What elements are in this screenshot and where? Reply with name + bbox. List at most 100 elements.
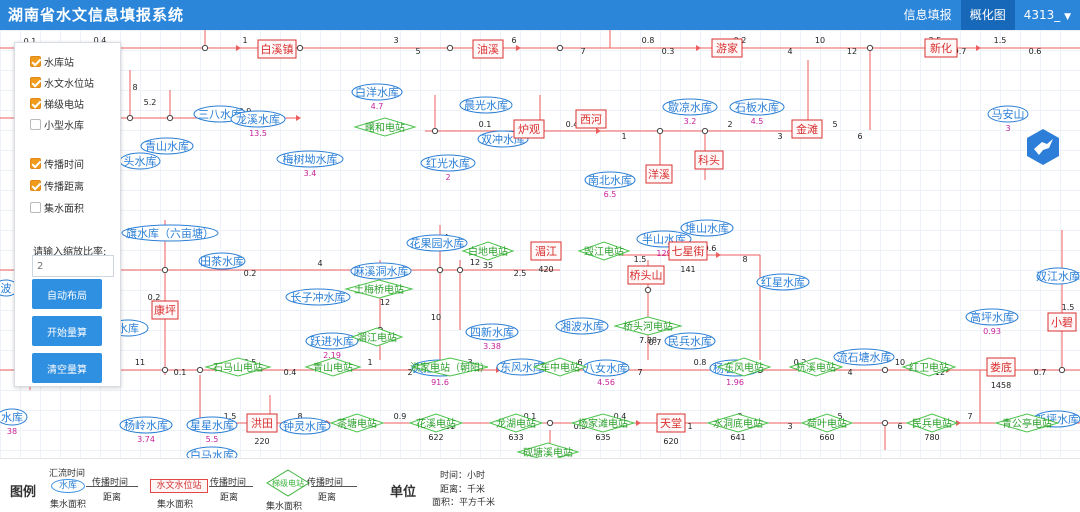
junction-node[interactable] <box>881 366 889 374</box>
checkbox-icon[interactable] <box>30 179 41 191</box>
hydropower-node[interactable]: 曙和电站 <box>353 117 417 137</box>
hydrologic-station-node[interactable]: 白溪镇 <box>257 39 297 59</box>
nav-overview-map[interactable]: 概化图 <box>960 0 1015 30</box>
hydropower-node[interactable]: 民兵电站 780 <box>905 413 959 442</box>
hydropower-node[interactable]: 花溪电站 622 <box>408 413 464 442</box>
reservoir-node[interactable]: 晨光水库 <box>459 96 513 114</box>
junction-node[interactable] <box>436 266 444 274</box>
junction-node[interactable] <box>161 366 169 374</box>
checkbox-icon[interactable] <box>30 118 41 130</box>
reservoir-node[interactable]: 田茶水库 <box>198 252 246 270</box>
checkbox-icon[interactable] <box>30 76 41 88</box>
bird-logo-icon[interactable] <box>1025 128 1061 170</box>
junction-node[interactable] <box>656 127 664 135</box>
reservoir-node[interactable]: 八女水库 4.56 <box>582 359 630 387</box>
reservoir-node[interactable]: 青山水库 <box>140 137 194 155</box>
reservoir-node[interactable]: 白马水库285 <box>186 446 238 458</box>
hydrologic-station-node[interactable]: 桥头山 <box>627 265 665 285</box>
reservoir-node[interactable]: 杨岭水库 3.74 <box>119 416 173 444</box>
attr-toggle-area[interactable]: 集水面积 <box>30 199 84 215</box>
reservoir-node[interactable]: 钟灵水库 <box>279 417 331 435</box>
junction-node[interactable] <box>446 44 454 52</box>
layer-toggle-hydro-station[interactable]: 水文水位站 <box>30 74 94 90</box>
layer-toggle-reservoir[interactable]: 水库站 <box>30 53 74 69</box>
junction-node[interactable] <box>201 44 209 52</box>
reservoir-node[interactable]: 石板水库 4.5 <box>729 98 785 126</box>
hydropower-node[interactable]: 青山电站 <box>304 357 362 377</box>
reservoir-node[interactable]: 长子冲水库 <box>285 288 351 306</box>
hydrologic-station-node[interactable]: 西河 <box>575 109 607 129</box>
junction-node[interactable] <box>644 286 652 294</box>
junction-node[interactable] <box>866 44 874 52</box>
reservoir-node[interactable]: 堆山水库 <box>680 219 734 237</box>
reservoir-node[interactable]: 高坪水库 0.93 <box>965 308 1019 336</box>
clear-measure-button[interactable]: 清空量算 <box>32 353 102 383</box>
hydrologic-station-node[interactable]: 洋溪 <box>645 164 673 184</box>
junction-node[interactable] <box>196 366 204 374</box>
reservoir-node[interactable]: 民兵水库 <box>664 332 716 350</box>
junction-node[interactable] <box>126 114 134 122</box>
reservoir-node[interactable]: 湘波水库 <box>555 317 609 335</box>
reservoir-node[interactable]: 跃进水库2.19 <box>305 332 359 360</box>
junction-node[interactable] <box>296 44 304 52</box>
auto-layout-button[interactable]: 自动布局 <box>32 279 102 309</box>
hydropower-node[interactable]: 杨家滩电站 635 <box>570 413 636 442</box>
reservoir-node[interactable]: 红星水库 <box>756 273 810 291</box>
hydropower-node[interactable]: 石马山电站 <box>204 357 272 377</box>
junction-node[interactable] <box>456 266 464 274</box>
reservoir-node[interactable]: 水库 38 <box>0 408 28 436</box>
hydropower-node[interactable]: 砚塘溪电站 <box>516 442 580 458</box>
hydropower-node[interactable]: 荷叶电站 660 <box>800 413 854 442</box>
reservoir-node[interactable]: 旗水库（六亩塘） <box>121 224 219 242</box>
hydropower-node[interactable]: 湄江电站 <box>350 327 404 347</box>
junction-node[interactable] <box>161 266 169 274</box>
hydrologic-station-node[interactable]: 新化 <box>924 38 958 58</box>
hydrologic-station-node[interactable]: 康坪 <box>151 300 179 320</box>
hydrologic-station-node[interactable]: 油溪 <box>472 39 504 59</box>
hydrologic-station-node[interactable]: 天堂 620 <box>656 413 686 446</box>
nav-info-entry[interactable]: 信息填报 <box>895 0 961 30</box>
hydropower-node[interactable]: 龙湖电站 633 <box>488 413 544 442</box>
hydropower-node[interactable]: 毁江电站 <box>577 241 631 261</box>
hydrologic-station-node[interactable]: 洪田 220 <box>246 413 278 446</box>
hydrologic-station-node[interactable]: 小碧 <box>1047 312 1077 332</box>
reservoir-node[interactable]: 白洋水库 4.7 <box>351 83 403 111</box>
reservoir-node[interactable]: 南北水库 6.5 <box>584 171 636 199</box>
network-diagram[interactable]: 0.10.50.41235670.80.30.2410122.50.71.50.… <box>0 30 1080 458</box>
hydropower-node[interactable]: 洪家电站（朝阳） <box>410 357 490 377</box>
hydrologic-station-node[interactable]: 科头 <box>694 150 724 170</box>
reservoir-node[interactable]: 四新水库 3.38 <box>465 323 519 351</box>
junction-node[interactable] <box>546 419 554 427</box>
checkbox-icon[interactable] <box>30 97 41 109</box>
checkbox-icon[interactable] <box>30 201 41 213</box>
reservoir-node[interactable]: 红光水库 2 <box>420 154 476 182</box>
checkbox-icon[interactable] <box>30 157 41 169</box>
junction-node[interactable] <box>881 419 889 427</box>
junction-node[interactable] <box>701 127 709 135</box>
reservoir-node[interactable]: 龙溪水库 13.5 <box>230 110 286 138</box>
hydropower-node[interactable]: 土梅桥电站 <box>344 279 414 299</box>
hydrologic-station-node[interactable]: 金滩 <box>791 119 823 139</box>
reservoir-node[interactable]: 马安山 3 <box>987 105 1029 133</box>
reservoir-node[interactable]: 流石塘水库 <box>833 348 895 366</box>
reservoir-node[interactable]: 歇凉水库 3.2 <box>662 98 718 126</box>
river-network-canvas[interactable]: 0.10.50.41235670.80.30.2410122.50.71.50.… <box>0 30 1080 458</box>
hydrologic-station-node[interactable]: 七星街 141 <box>668 241 708 274</box>
reservoir-node[interactable]: 花果园水库 <box>406 234 468 252</box>
hydropower-node[interactable]: 红卫电站 <box>901 357 957 377</box>
hydrologic-station-node[interactable]: 游家 <box>711 38 743 58</box>
junction-node[interactable] <box>431 127 439 135</box>
junction-node[interactable] <box>1058 366 1066 374</box>
hydrologic-station-node[interactable]: 娄底 1458 <box>986 357 1016 390</box>
start-measure-button[interactable]: 开始量算 <box>32 316 102 346</box>
attr-toggle-time[interactable]: 传播时间 <box>30 155 84 171</box>
user-menu[interactable]: 4313_ ▼ <box>1015 0 1080 30</box>
hydrologic-station-node[interactable]: 湄江 420 <box>530 241 562 274</box>
layer-toggle-small-reservoir[interactable]: 小型水库 <box>30 116 84 132</box>
hydropower-node[interactable]: 水洞底电站 641 <box>706 413 770 442</box>
attr-toggle-distance[interactable]: 传播距离 <box>30 177 84 193</box>
junction-node[interactable] <box>166 114 174 122</box>
checkbox-icon[interactable] <box>30 55 41 67</box>
reservoir-node[interactable]: 双江水库 <box>1036 267 1080 285</box>
zoom-ratio-input[interactable] <box>32 255 114 277</box>
